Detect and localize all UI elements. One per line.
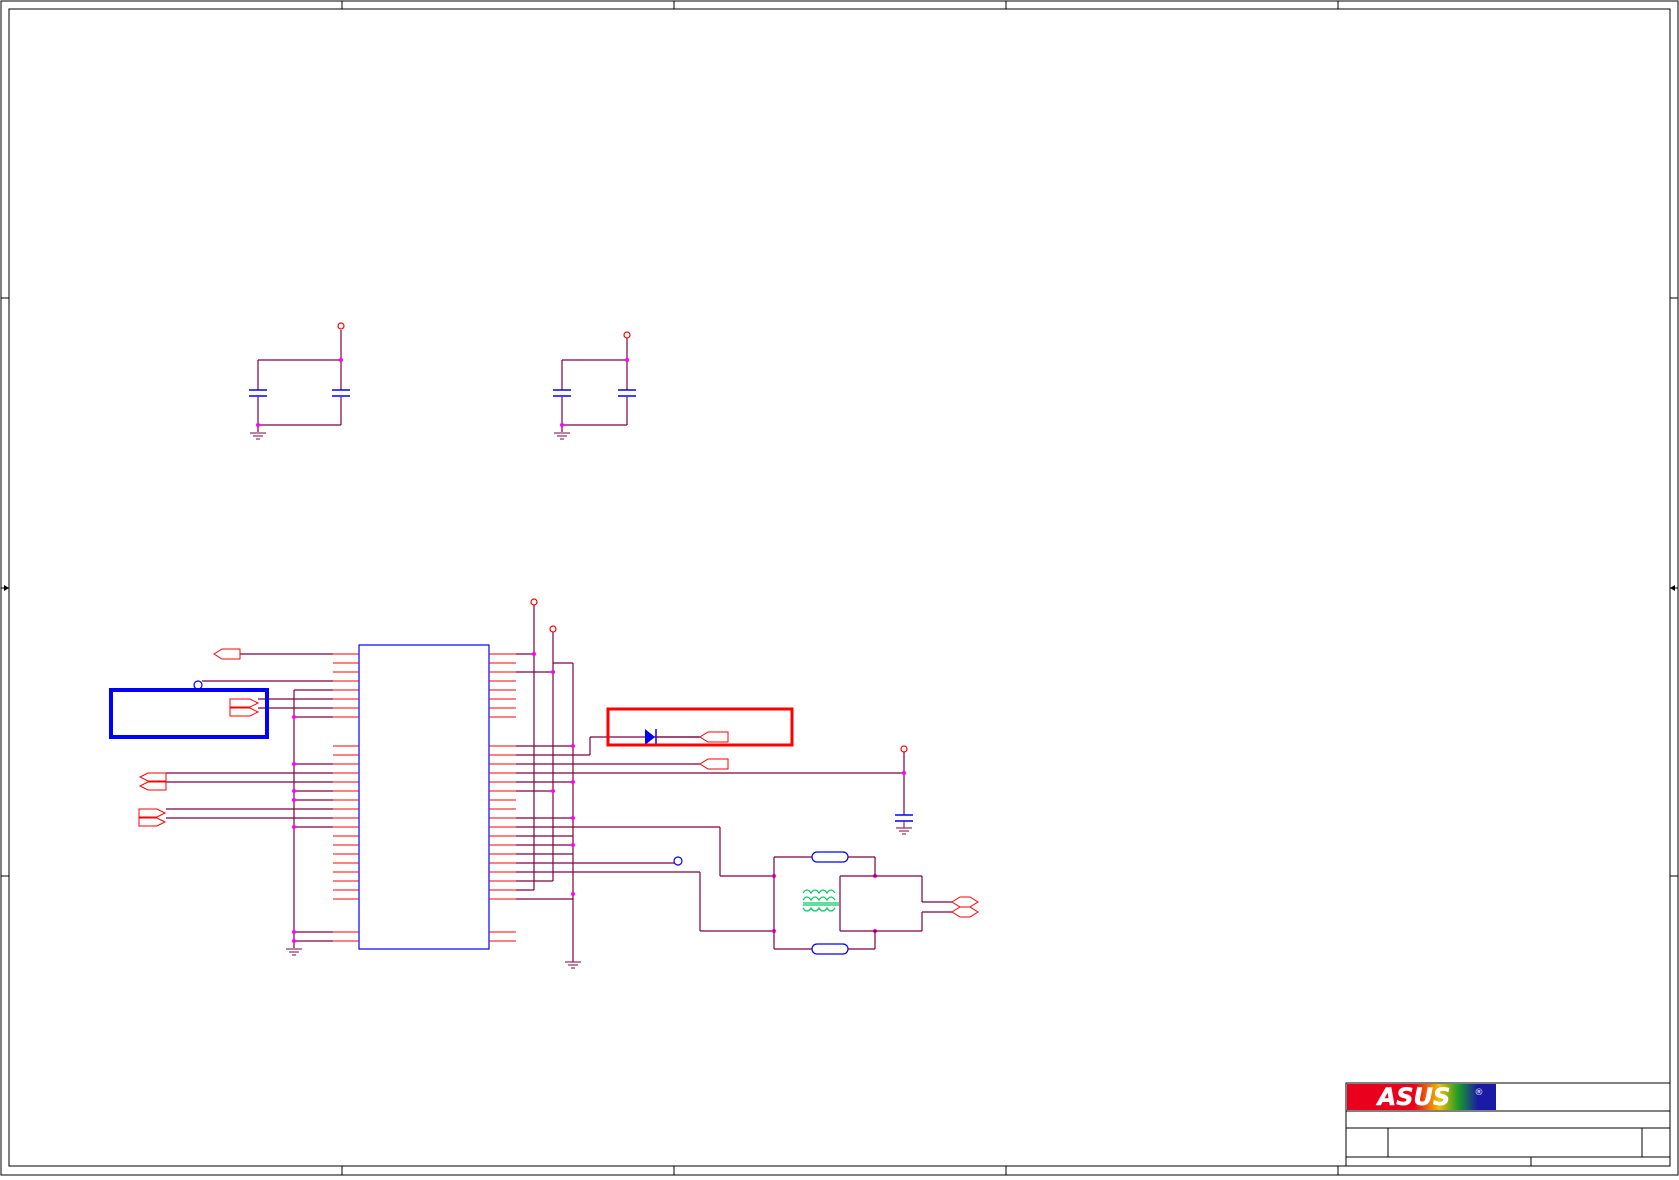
capacitor-icon [895,814,913,822]
logo-text: ASUS [1376,1083,1451,1111]
transformer-wiring [773,856,952,950]
ic-left-pins [333,653,359,942]
power-port-icon [623,331,631,339]
ground-icon [565,961,581,969]
power-port-icon [337,322,345,330]
offpage-connector-pair-2 [138,772,167,791]
offpage-connector-signal [699,758,729,770]
offpage-connector-pair-3 [138,808,167,827]
junction [339,358,343,362]
capacitor-icon [332,389,350,397]
offpage-connector-diode [699,731,729,743]
schematic-sheet: ASUS ® [0,0,1679,1176]
left-wiring [166,653,333,948]
power-rails [516,605,574,962]
diode-icon [645,729,657,745]
asus-logo: ASUS ® [1347,1083,1496,1111]
test-point [673,856,683,866]
ground-icon [896,821,912,835]
power-port-icon [900,745,908,753]
ferrite-bead-bottom [811,943,849,955]
junction [560,423,564,427]
offpage-connector-pair-1 [229,698,260,717]
junction [256,423,260,427]
offpage-connector-output [213,648,241,660]
sheet-frame [0,0,1679,1176]
zone-arrows [4,585,1675,591]
decoupling-group-left [249,322,350,440]
power-port-icon [530,598,538,606]
capacitor-icon [249,389,267,397]
right-junctions [532,652,906,933]
ground-icon [250,432,266,440]
capacitor-icon [553,389,571,397]
transformer-icon [802,889,839,912]
highlight-box-red [606,707,794,747]
registered-mark: ® [1475,1088,1484,1098]
capacitor-icon [618,389,636,397]
ground-icon [554,432,570,440]
ground-icon [286,948,302,956]
junction [625,358,629,362]
power-port-icon [549,625,557,633]
main-ic [333,644,516,950]
schematic-canvas: ASUS ® [0,0,1679,1176]
offpage-connector-pair-out [951,896,979,918]
ferrite-bead-top [811,851,849,863]
ic-right-pins [489,653,516,942]
decoupling-group-right [553,331,636,440]
test-point [193,680,203,690]
